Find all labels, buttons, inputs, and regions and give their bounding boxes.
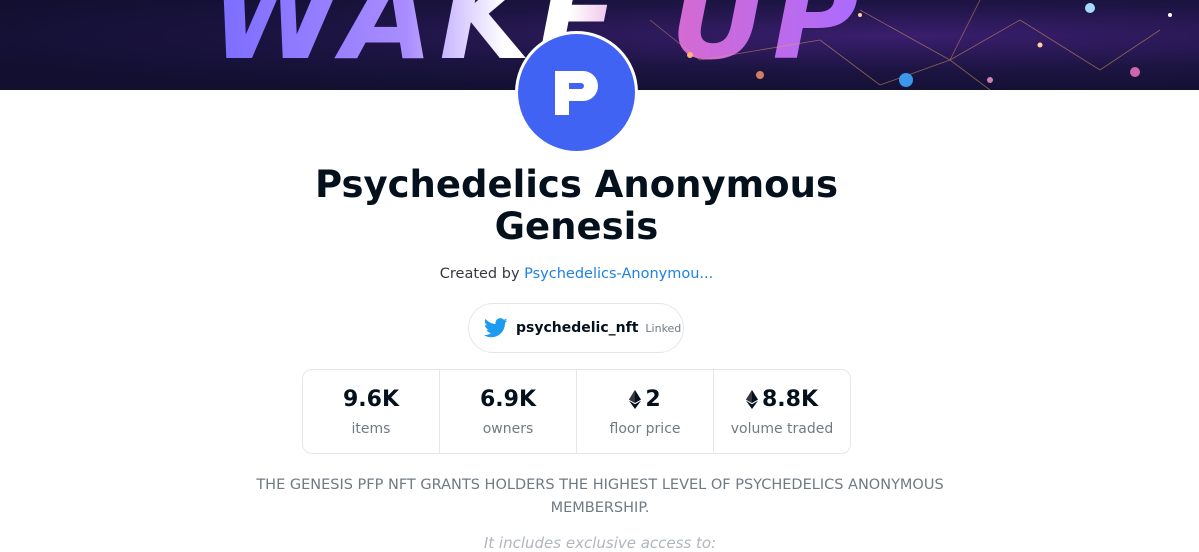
stat-floor-price[interactable]: 2 floor price — [577, 370, 714, 453]
ethereum-icon — [745, 389, 758, 409]
stat-label: items — [351, 420, 391, 437]
creator-link[interactable]: Psychedelics-Anonymou... — [524, 266, 713, 282]
collection-description: THE GENESIS PFP NFT GRANTS HOLDERS THE H… — [256, 477, 944, 516]
linked-status: Linked — [645, 321, 682, 335]
stat-volume-traded[interactable]: 8.8K volume traded — [714, 370, 850, 453]
stat-value: 2 — [629, 386, 661, 412]
p-logo-icon — [554, 70, 598, 115]
created-by-line: Created by Psychedelics-Anonymou... — [300, 266, 853, 282]
stat-value: 9.6K — [343, 387, 399, 412]
collection-title: Psychedelics Anonymous Genesis — [315, 163, 838, 248]
avatar-logo — [518, 34, 635, 151]
collection-stats: 9.6K items 6.9K owners 2 floor price 8.8 — [302, 369, 851, 454]
stat-owners[interactable]: 6.9K owners — [440, 370, 577, 453]
stat-number: 8.8K — [761, 386, 819, 412]
stat-label: volume traded — [730, 420, 834, 437]
created-by-label: Created by — [439, 266, 520, 282]
stat-number: 6.9K — [479, 386, 537, 412]
stat-label: floor price — [609, 420, 681, 437]
stat-number: 2 — [645, 386, 661, 412]
stat-label: owners — [482, 420, 534, 437]
description-continuation: It includes exclusive access to: — [483, 534, 717, 552]
stat-items[interactable]: 9.6K items — [303, 370, 440, 453]
stat-number: 9.6K — [342, 386, 400, 412]
collection-avatar — [515, 31, 638, 154]
twitter-bird-icon — [484, 318, 508, 338]
twitter-handle: psychedelic_nft — [516, 320, 639, 336]
stat-value: 8.8K — [745, 386, 819, 412]
ethereum-icon — [629, 389, 642, 409]
twitter-link[interactable]: psychedelic_nft Linked — [468, 303, 684, 353]
stat-value: 6.9K — [480, 387, 536, 412]
